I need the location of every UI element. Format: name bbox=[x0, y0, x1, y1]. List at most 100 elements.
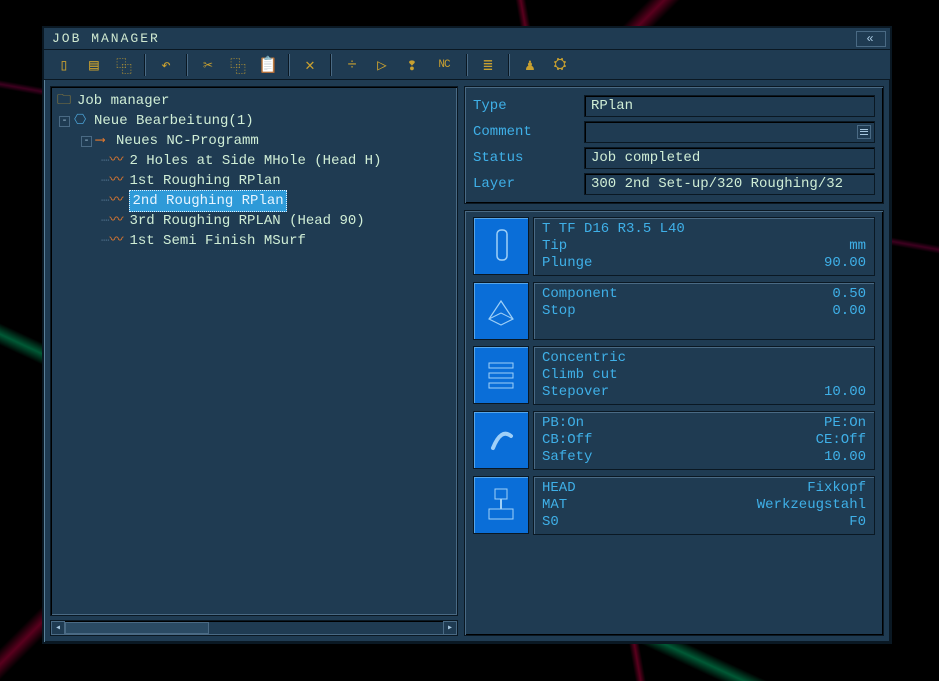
collapse-button[interactable]: « bbox=[856, 31, 886, 47]
card-line-right: 90.00 bbox=[824, 255, 866, 272]
tree-item-label: 2 Holes at Side MHole (Head H) bbox=[129, 151, 381, 171]
card-line-right: 10.00 bbox=[824, 384, 866, 401]
card-line-right: PE:On bbox=[824, 415, 866, 432]
tree-operation-2[interactable]: ┈〰2nd Roughing RPlan bbox=[57, 191, 451, 211]
tree-operation-1[interactable]: ┈〰1st Roughing RPlan bbox=[57, 171, 451, 191]
card-line-left: PB:On bbox=[542, 415, 584, 432]
card-stack: T TF D16 R3.5 L40TipmmPlunge90.00Compone… bbox=[464, 210, 884, 636]
nc-icon[interactable]: NC bbox=[432, 55, 456, 75]
save-icon[interactable]: ▤ bbox=[84, 55, 104, 75]
prop-layer-value[interactable]: 300 2nd Set-up/320 Roughing/32 bbox=[584, 173, 875, 195]
op-icon: 〰 bbox=[109, 191, 125, 211]
card-line-left: Concentric bbox=[542, 350, 626, 367]
tree-operation-3[interactable]: ┈〰3rd Roughing RPLAN (Head 90) bbox=[57, 211, 451, 231]
card-line-right: CE:Off bbox=[816, 432, 866, 449]
tree-root[interactable]: 🗀Job manager bbox=[57, 91, 451, 111]
toolbar: ▯ ▤ ⿻ ↶ ✂ ⿻ 📋 ✕ ÷ ▷ ❢ NC ≣ ♟ ⛭ bbox=[44, 50, 890, 80]
card-line-right: Werkzeugstahl bbox=[757, 497, 866, 514]
info-card-4: HEADFixkopfMATWerkzeugstahlS0F0 bbox=[473, 476, 875, 535]
info-card-0: T TF D16 R3.5 L40TipmmPlunge90.00 bbox=[473, 217, 875, 276]
tree-item-label: Neue Bearbeitung(1) bbox=[94, 111, 254, 131]
gear-icon[interactable]: ⛭ bbox=[550, 55, 570, 75]
tree-item-label: Neues NC-Programm bbox=[116, 131, 259, 151]
card-line-right: Fixkopf bbox=[807, 480, 866, 497]
expander-icon[interactable]: - bbox=[59, 116, 70, 127]
card-info[interactable]: T TF D16 R3.5 L40TipmmPlunge90.00 bbox=[533, 217, 875, 276]
info-icon[interactable]: ❢ bbox=[402, 55, 422, 75]
undo-icon[interactable]: ↶ bbox=[156, 55, 176, 75]
op-icon: 〰 bbox=[109, 231, 125, 251]
prop-status-label: Status bbox=[473, 150, 578, 166]
op-icon: 〰 bbox=[109, 211, 125, 231]
prop-type-label: Type bbox=[473, 98, 578, 114]
machine-icon[interactable] bbox=[473, 476, 529, 534]
prop-layer-label: Layer bbox=[473, 176, 578, 192]
op-icon: 〰 bbox=[109, 151, 125, 171]
expander-icon[interactable]: - bbox=[81, 136, 92, 147]
card-line-right: 0.50 bbox=[832, 286, 866, 303]
copy-icon[interactable]: ⿻ bbox=[114, 55, 134, 75]
card-line-left: Stop bbox=[542, 303, 576, 320]
info-card-1: Component0.50Stop0.00 bbox=[473, 282, 875, 340]
plane-icon[interactable] bbox=[473, 282, 529, 340]
cube-icon: ⎔ bbox=[74, 111, 90, 131]
tool-icon[interactable] bbox=[473, 217, 529, 275]
card-line-left: Plunge bbox=[542, 255, 592, 272]
prop-comment-input[interactable] bbox=[584, 121, 875, 143]
tree-item-label: 1st Roughing RPlan bbox=[129, 171, 280, 191]
titlebar[interactable]: JOB MANAGER « bbox=[44, 28, 890, 50]
robot-icon[interactable]: ♟ bbox=[520, 55, 540, 75]
card-line-left: CB:Off bbox=[542, 432, 592, 449]
tree-ncprogram[interactable]: -⟶Neues NC-Programm bbox=[57, 131, 451, 151]
list-icon[interactable]: ≣ bbox=[478, 55, 498, 75]
toolbar-separator bbox=[508, 54, 510, 76]
tree-operation-4[interactable]: ┈〰1st Semi Finish MSurf bbox=[57, 231, 451, 251]
scroll-right-arrow-icon[interactable]: ▸ bbox=[443, 621, 457, 635]
info-card-2: ConcentricClimb cutStepover 10.00 bbox=[473, 346, 875, 405]
play-icon[interactable]: ▷ bbox=[372, 55, 392, 75]
toolbar-separator bbox=[144, 54, 146, 76]
tree-item-label: 3rd Roughing RPLAN (Head 90) bbox=[129, 211, 364, 231]
card-info[interactable]: Component0.50Stop0.00 bbox=[533, 282, 875, 340]
horizontal-scrollbar[interactable]: ◂ ▸ bbox=[50, 620, 458, 636]
tree-machining[interactable]: -⎔Neue Bearbeitung(1) bbox=[57, 111, 451, 131]
card-line-left: HEAD bbox=[542, 480, 576, 497]
properties-box: Type RPlan Comment Status Job completed … bbox=[464, 86, 884, 204]
strategy-icon[interactable] bbox=[473, 346, 529, 404]
card-line-left: Safety bbox=[542, 449, 592, 466]
cut-icon[interactable]: ✂ bbox=[198, 55, 218, 75]
card-info[interactable]: PB:OnPE:OnCB:OffCE:OffSafety10.00 bbox=[533, 411, 875, 470]
new-icon[interactable]: ▯ bbox=[54, 55, 74, 75]
paste-icon[interactable]: 📋 bbox=[258, 55, 278, 75]
menu-icon[interactable] bbox=[857, 125, 871, 139]
card-line-left: Climb cut bbox=[542, 367, 618, 384]
delete-icon[interactable]: ✕ bbox=[300, 55, 320, 75]
link-icon[interactable] bbox=[473, 411, 529, 469]
window-title: JOB MANAGER bbox=[52, 31, 160, 46]
tree-item-label: 2nd Roughing RPlan bbox=[129, 190, 286, 212]
job-tree[interactable]: 🗀Job manager-⎔Neue Bearbeitung(1)-⟶Neues… bbox=[50, 86, 458, 616]
card-line-left: Component bbox=[542, 286, 618, 303]
card-line-left: S0 bbox=[542, 514, 559, 531]
scroll-left-arrow-icon[interactable]: ◂ bbox=[51, 621, 65, 635]
doc-icon: ⟶ bbox=[96, 131, 112, 151]
divide-icon[interactable]: ÷ bbox=[342, 55, 362, 75]
prop-type-value[interactable]: RPlan bbox=[584, 95, 875, 117]
toolbar-separator bbox=[330, 54, 332, 76]
card-info[interactable]: ConcentricClimb cutStepover 10.00 bbox=[533, 346, 875, 405]
tree-item-label: 1st Semi Finish MSurf bbox=[129, 231, 305, 251]
tree-operation-0[interactable]: ┈〰2 Holes at Side MHole (Head H) bbox=[57, 151, 451, 171]
card-line-left: Stepover bbox=[542, 384, 609, 401]
copy2-icon[interactable]: ⿻ bbox=[228, 55, 248, 75]
prop-comment-label: Comment bbox=[473, 124, 578, 140]
prop-status-value[interactable]: Job completed bbox=[584, 147, 875, 169]
card-line-right: F0 bbox=[849, 514, 866, 531]
toolbar-separator bbox=[466, 54, 468, 76]
job-manager-window: JOB MANAGER « ▯ ▤ ⿻ ↶ ✂ ⿻ 📋 ✕ ÷ ▷ ❢ NC ≣ ♟ ⛭ 🗀Job mana… bbox=[42, 26, 892, 644]
toolbar-separator bbox=[186, 54, 188, 76]
folder-icon: 🗀 bbox=[57, 91, 73, 111]
card-info[interactable]: HEADFixkopfMATWerkzeugstahlS0F0 bbox=[533, 476, 875, 535]
tree-item-label: Job manager bbox=[77, 91, 169, 111]
op-icon: 〰 bbox=[109, 171, 125, 191]
scrollbar-thumb[interactable] bbox=[65, 622, 209, 634]
